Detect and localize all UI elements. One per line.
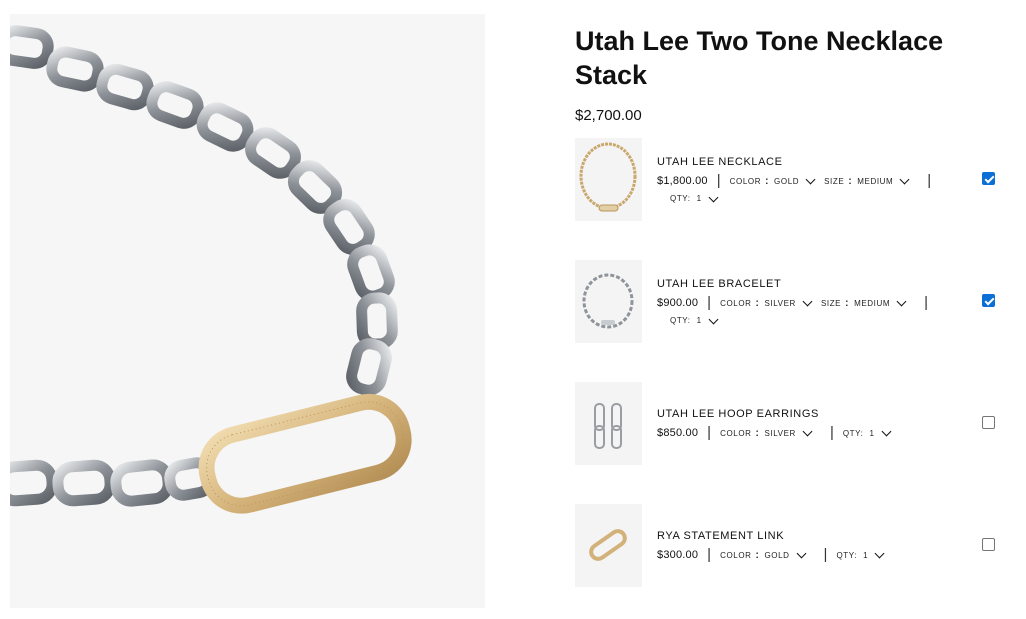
bundle-item-bracelet: UTAH LEE BRACELET $900.00 | COLOR: SILVE…	[575, 260, 1015, 344]
divider: |	[707, 294, 712, 311]
chevron-down-icon	[874, 548, 885, 559]
qty-value: 1	[863, 550, 869, 560]
color-label: COLOR	[729, 176, 762, 186]
divider: |	[924, 294, 929, 311]
color-value: GOLD	[774, 176, 800, 186]
item-select-checkbox[interactable]	[982, 172, 995, 185]
size-value: MEDIUM	[857, 176, 894, 186]
qty-label: QTY:	[836, 550, 858, 560]
color-value: GOLD	[764, 550, 790, 560]
bundle-item-earrings: UTAH LEE HOOP EARRINGS $850.00 | COLOR: …	[575, 382, 1015, 466]
chevron-down-icon	[708, 192, 719, 202]
item-price: $850.00	[657, 427, 699, 439]
divider: |	[707, 546, 712, 563]
item-name: UTAH LEE NECKLACE	[657, 156, 783, 168]
item-name: UTAH LEE HOOP EARRINGS	[657, 408, 819, 420]
color-label: COLOR	[720, 298, 752, 308]
qty-value: 1	[869, 428, 875, 438]
product-title: Utah Lee Two Tone Necklace Stack	[575, 26, 944, 90]
chevron-down-icon	[881, 426, 891, 437]
bundle-item-link: RYA STATEMENT LINK $300.00 | COLOR: GOLD…	[575, 504, 1015, 588]
chevron-down-icon	[896, 296, 907, 307]
qty-select[interactable]: QTY: 1	[670, 314, 719, 325]
qty-value: 1	[696, 316, 702, 325]
item-thumbnail[interactable]	[575, 504, 642, 587]
item-select-checkbox[interactable]	[982, 538, 995, 551]
divider: |	[823, 546, 828, 563]
color-label: COLOR	[720, 428, 752, 438]
chevron-down-icon	[796, 548, 806, 559]
qty-select[interactable]: QTY: 1	[836, 548, 885, 560]
divider: |	[707, 424, 712, 441]
product-hero-image[interactable]	[10, 14, 485, 608]
size-label: SIZE	[824, 176, 845, 186]
divider: |	[829, 424, 834, 441]
silver-bracelet-image	[582, 273, 634, 329]
color-select[interactable]: COLOR: GOLD	[720, 548, 806, 561]
color-select[interactable]: COLOR: SILVER	[720, 426, 813, 439]
size-select[interactable]: SIZE: MEDIUM	[820, 296, 907, 309]
chevron-down-icon	[802, 296, 813, 307]
item-thumbnail[interactable]	[575, 260, 642, 343]
chevron-down-icon	[899, 174, 910, 185]
color-value: SILVER	[764, 428, 796, 438]
qty-label: QTY:	[670, 194, 691, 203]
item-select-checkbox[interactable]	[982, 416, 995, 429]
item-name: RYA STATEMENT LINK	[657, 530, 785, 542]
size-value: MEDIUM	[854, 298, 891, 308]
color-select[interactable]: COLOR: SILVER	[720, 296, 813, 309]
gold-link-image	[589, 529, 627, 561]
chevron-down-icon	[708, 314, 719, 324]
qty-label: QTY:	[670, 316, 691, 325]
color-select[interactable]: COLOR: GOLD	[729, 174, 816, 187]
item-price: $900.00	[657, 297, 699, 309]
color-value: SILVER	[764, 298, 796, 308]
qty-select[interactable]: QTY: 1	[670, 192, 719, 203]
qty-select[interactable]: QTY: 1	[842, 426, 891, 438]
gold-necklace-image	[579, 142, 637, 212]
size-select[interactable]: SIZE: MEDIUM	[824, 174, 910, 187]
qty-label: QTY:	[842, 428, 864, 438]
chevron-down-icon	[802, 426, 813, 437]
product-details: Utah Lee Two Tone Necklace Stack $2,700.…	[575, 24, 1015, 124]
qty-value: 1	[696, 194, 702, 203]
divider: |	[927, 172, 932, 189]
necklace-image	[10, 25, 412, 514]
chevron-down-icon	[805, 174, 816, 185]
item-thumbnail[interactable]	[575, 382, 642, 465]
bundle-item-necklace: UTAH LEE NECKLACE $1,800.00 | COLOR: GOL…	[575, 138, 1015, 222]
item-select-checkbox[interactable]	[982, 294, 995, 307]
size-label: SIZE	[820, 298, 842, 308]
item-price: $1,800.00	[657, 175, 708, 187]
item-price: $300.00	[657, 549, 699, 561]
item-thumbnail[interactable]	[575, 138, 642, 221]
item-name: UTAH LEE BRACELET	[657, 278, 782, 290]
product-price: $2,700.00	[575, 107, 642, 124]
silver-earrings-image	[594, 403, 622, 449]
divider: |	[716, 172, 721, 189]
color-label: COLOR	[720, 550, 752, 560]
